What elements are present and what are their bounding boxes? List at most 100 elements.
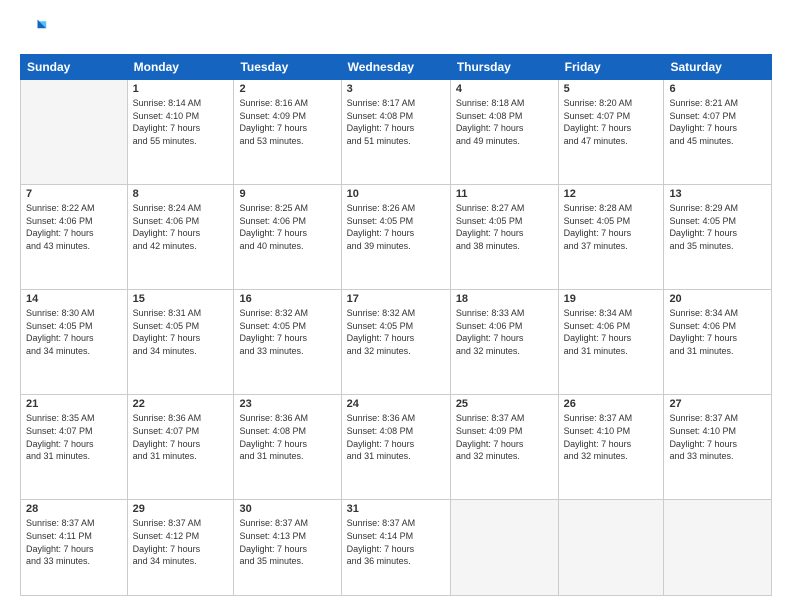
cell-info: Sunrise: 8:37 AM Sunset: 4:11 PM Dayligh… bbox=[26, 517, 122, 567]
table-row: 5 Sunrise: 8:20 AM Sunset: 4:07 PM Daylig… bbox=[558, 80, 664, 185]
col-header-sunday: Sunday bbox=[21, 55, 128, 80]
col-header-monday: Monday bbox=[127, 55, 234, 80]
day-number: 16 bbox=[239, 293, 335, 305]
table-row: 10Sunrise: 8:26 AM Sunset: 4:05 PM Dayli… bbox=[341, 185, 450, 290]
table-row: 29 Sunrise: 8:37 AM Sunset: 4:12 PM Dayli… bbox=[127, 500, 234, 596]
table-row: 12 Sunrise: 8:28 AM Sunset: 4:05 PM Dayli… bbox=[558, 185, 664, 290]
table-row: 19 Sunrise: 8:34 AM Sunset: 4:06 PM Dayli… bbox=[558, 290, 664, 395]
cell-info: Sunrise: 8:36 AM Sunset: 4:07 PM Dayligh… bbox=[133, 412, 229, 462]
table-row bbox=[21, 80, 128, 185]
col-header-saturday: Saturday bbox=[664, 55, 772, 80]
table-row: 14 Sunrise: 8:30 AM Sunset: 4:05 PM Dayli… bbox=[21, 290, 128, 395]
day-number: 9 bbox=[239, 188, 335, 200]
cell-info: Sunrise: 8:31 AM Sunset: 4:05 PM Dayligh… bbox=[133, 307, 229, 357]
day-number: 13 bbox=[669, 188, 766, 200]
cell-info: Sunrise: 8:29 AM Sunset: 4:05 PM Dayligh… bbox=[669, 202, 766, 252]
day-number: 15 bbox=[133, 293, 229, 305]
table-row: 20 Sunrise: 8:34 AM Sunset: 4:06 PM Dayli… bbox=[664, 290, 772, 395]
cell-info: Sunrise: 8:34 AM Sunset: 4:06 PM Dayligh… bbox=[564, 307, 659, 357]
table-row: 15 Sunrise: 8:31 AM Sunset: 4:05 PM Dayli… bbox=[127, 290, 234, 395]
table-row: 23 Sunrise: 8:36 AM Sunset: 4:08 PM Dayli… bbox=[234, 395, 341, 500]
table-row: 26 Sunrise: 8:37 AM Sunset: 4:10 PM Dayli… bbox=[558, 395, 664, 500]
cell-info: Sunrise: 8:36 AM Sunset: 4:08 PM Dayligh… bbox=[347, 412, 445, 462]
table-row: 8 Sunrise: 8:24 AM Sunset: 4:06 PM Daylig… bbox=[127, 185, 234, 290]
table-row: 3Sunrise: 8:17 AM Sunset: 4:08 PM Daylig… bbox=[341, 80, 450, 185]
day-number: 1 bbox=[133, 83, 229, 95]
table-row: 9 Sunrise: 8:25 AM Sunset: 4:06 PM Daylig… bbox=[234, 185, 341, 290]
page: SundayMondayTuesdayWednesdayThursdayFrid… bbox=[0, 0, 792, 612]
table-row: 11Sunrise: 8:27 AM Sunset: 4:05 PM Dayli… bbox=[450, 185, 558, 290]
day-number: 23 bbox=[239, 398, 335, 410]
table-row: 13 Sunrise: 8:29 AM Sunset: 4:05 PM Dayli… bbox=[664, 185, 772, 290]
day-number: 6 bbox=[669, 83, 766, 95]
table-row: 17 Sunrise: 8:32 AM Sunset: 4:05 PM Dayli… bbox=[341, 290, 450, 395]
day-number: 27 bbox=[669, 398, 766, 410]
day-number: 17 bbox=[347, 293, 445, 305]
col-header-thursday: Thursday bbox=[450, 55, 558, 80]
table-row: 1 Sunrise: 8:14 AM Sunset: 4:10 PM Daylig… bbox=[127, 80, 234, 185]
table-row: 6 Sunrise: 8:21 AM Sunset: 4:07 PM Daylig… bbox=[664, 80, 772, 185]
day-number: 19 bbox=[564, 293, 659, 305]
cell-info: Sunrise: 8:32 AM Sunset: 4:05 PM Dayligh… bbox=[347, 307, 445, 357]
day-number: 31 bbox=[347, 503, 445, 515]
cell-info: Sunrise: 8:22 AM Sunset: 4:06 PM Dayligh… bbox=[26, 202, 122, 252]
table-row: 2 Sunrise: 8:16 AM Sunset: 4:09 PM Daylig… bbox=[234, 80, 341, 185]
cell-info: Sunrise: 8:37 AM Sunset: 4:14 PM Dayligh… bbox=[347, 517, 445, 567]
table-row: 31 Sunrise: 8:37 AM Sunset: 4:14 PM Dayli… bbox=[341, 500, 450, 596]
day-number: 2 bbox=[239, 83, 335, 95]
day-number: 11 bbox=[456, 188, 553, 200]
cell-info: Sunrise: 8:35 AM Sunset: 4:07 PM Dayligh… bbox=[26, 412, 122, 462]
day-number: 25 bbox=[456, 398, 553, 410]
cell-info: Sunrise: 8:21 AM Sunset: 4:07 PM Dayligh… bbox=[669, 97, 766, 147]
cell-info: Sunrise: 8:16 AM Sunset: 4:09 PM Dayligh… bbox=[239, 97, 335, 147]
day-number: 20 bbox=[669, 293, 766, 305]
cell-info: Sunrise: 8:37 AM Sunset: 4:12 PM Dayligh… bbox=[133, 517, 229, 567]
col-header-tuesday: Tuesday bbox=[234, 55, 341, 80]
cell-info: Sunrise: 8:28 AM Sunset: 4:05 PM Dayligh… bbox=[564, 202, 659, 252]
cell-info: Sunrise: 8:14 AM Sunset: 4:10 PM Dayligh… bbox=[133, 97, 229, 147]
cell-info: Sunrise: 8:24 AM Sunset: 4:06 PM Dayligh… bbox=[133, 202, 229, 252]
day-number: 5 bbox=[564, 83, 659, 95]
table-row: 18Sunrise: 8:33 AM Sunset: 4:06 PM Dayli… bbox=[450, 290, 558, 395]
day-number: 22 bbox=[133, 398, 229, 410]
day-number: 10 bbox=[347, 188, 445, 200]
logo-icon bbox=[20, 16, 48, 44]
table-row bbox=[450, 500, 558, 596]
day-number: 8 bbox=[133, 188, 229, 200]
cell-info: Sunrise: 8:37 AM Sunset: 4:10 PM Dayligh… bbox=[564, 412, 659, 462]
day-number: 26 bbox=[564, 398, 659, 410]
cell-info: Sunrise: 8:20 AM Sunset: 4:07 PM Dayligh… bbox=[564, 97, 659, 147]
table-row: 28 Sunrise: 8:37 AM Sunset: 4:11 PM Dayli… bbox=[21, 500, 128, 596]
day-number: 28 bbox=[26, 503, 122, 515]
table-row: 24Sunrise: 8:36 AM Sunset: 4:08 PM Dayli… bbox=[341, 395, 450, 500]
day-number: 29 bbox=[133, 503, 229, 515]
table-row bbox=[558, 500, 664, 596]
col-header-wednesday: Wednesday bbox=[341, 55, 450, 80]
table-row: 4 Sunrise: 8:18 AM Sunset: 4:08 PM Daylig… bbox=[450, 80, 558, 185]
day-number: 14 bbox=[26, 293, 122, 305]
cell-info: Sunrise: 8:18 AM Sunset: 4:08 PM Dayligh… bbox=[456, 97, 553, 147]
day-number: 7 bbox=[26, 188, 122, 200]
header bbox=[20, 16, 772, 44]
cell-info: Sunrise: 8:25 AM Sunset: 4:06 PM Dayligh… bbox=[239, 202, 335, 252]
cell-info: Sunrise: 8:32 AM Sunset: 4:05 PM Dayligh… bbox=[239, 307, 335, 357]
day-number: 12 bbox=[564, 188, 659, 200]
day-number: 4 bbox=[456, 83, 553, 95]
col-header-friday: Friday bbox=[558, 55, 664, 80]
cell-info: Sunrise: 8:33 AM Sunset: 4:06 PM Dayligh… bbox=[456, 307, 553, 357]
cell-info: Sunrise: 8:36 AM Sunset: 4:08 PM Dayligh… bbox=[239, 412, 335, 462]
cell-info: Sunrise: 8:34 AM Sunset: 4:06 PM Dayligh… bbox=[669, 307, 766, 357]
table-row: 21 Sunrise: 8:35 AM Sunset: 4:07 PM Dayli… bbox=[21, 395, 128, 500]
day-number: 3 bbox=[347, 83, 445, 95]
cell-info: Sunrise: 8:30 AM Sunset: 4:05 PM Dayligh… bbox=[26, 307, 122, 357]
logo bbox=[20, 16, 52, 44]
table-row: 25 Sunrise: 8:37 AM Sunset: 4:09 PM Dayli… bbox=[450, 395, 558, 500]
cell-info: Sunrise: 8:37 AM Sunset: 4:09 PM Dayligh… bbox=[456, 412, 553, 462]
table-row: 22 Sunrise: 8:36 AM Sunset: 4:07 PM Dayli… bbox=[127, 395, 234, 500]
cell-info: Sunrise: 8:37 AM Sunset: 4:13 PM Dayligh… bbox=[239, 517, 335, 567]
table-row: 27Sunrise: 8:37 AM Sunset: 4:10 PM Dayli… bbox=[664, 395, 772, 500]
table-row: 7 Sunrise: 8:22 AM Sunset: 4:06 PM Daylig… bbox=[21, 185, 128, 290]
table-row bbox=[664, 500, 772, 596]
day-number: 30 bbox=[239, 503, 335, 515]
day-number: 21 bbox=[26, 398, 122, 410]
